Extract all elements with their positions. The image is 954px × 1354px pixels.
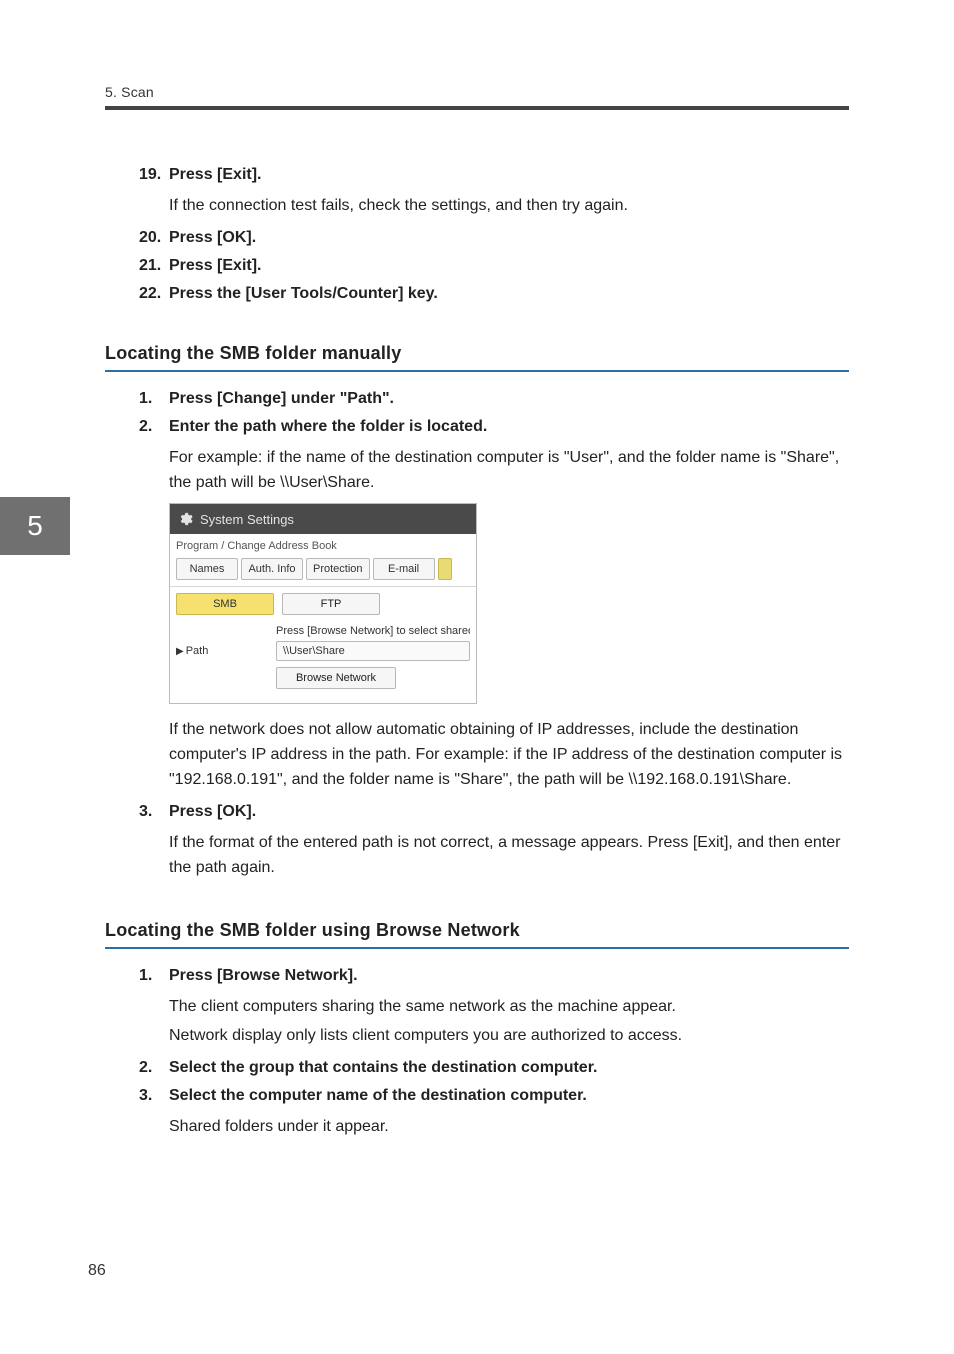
protocol-ftp[interactable]: FTP: [282, 593, 380, 615]
path-label-text: Path: [186, 645, 209, 657]
step-number: 2.: [139, 418, 169, 436]
gear-icon: [176, 510, 194, 528]
step-text: Press [OK].: [169, 229, 256, 247]
section-title-manual: Locating the SMB folder manually: [105, 343, 849, 364]
step-text: Enter the path where the folder is locat…: [169, 418, 487, 436]
step-body: Network display only lists client comput…: [169, 1024, 849, 1049]
system-settings-panel: System Settings Program / Change Address…: [169, 503, 477, 704]
step-text: Press [Exit].: [169, 257, 261, 275]
tabs-row: Names Auth. Info Protection E-mail: [170, 556, 476, 587]
tab-names[interactable]: Names: [176, 558, 238, 580]
step-number: 2.: [139, 1059, 169, 1077]
page-number: 86: [88, 1262, 106, 1280]
steps-list-c: 1. Press [Browse Network]. The client co…: [139, 967, 849, 1139]
protocol-row: SMB FTP: [170, 587, 476, 625]
tab-email[interactable]: E-mail: [373, 558, 435, 580]
tab-auth-info[interactable]: Auth. Info: [241, 558, 303, 580]
panel-subhead: Program / Change Address Book: [170, 534, 476, 556]
step-number: 1.: [139, 967, 169, 985]
tab-overflow[interactable]: [438, 558, 452, 580]
titlebar: System Settings: [170, 504, 476, 534]
step-text: Press [Change] under "Path".: [169, 390, 394, 408]
step-number: 19.: [139, 166, 169, 184]
step-number: 3.: [139, 1087, 169, 1105]
section-rule: [105, 947, 849, 949]
browse-network-button[interactable]: Browse Network: [276, 667, 396, 689]
chapter-tab: 5: [0, 497, 70, 555]
section-rule: [105, 370, 849, 372]
step-number: 1.: [139, 390, 169, 408]
path-label: ▶ Path: [176, 645, 276, 657]
step-body: For example: if the name of the destinat…: [169, 446, 849, 496]
panel-title: System Settings: [200, 512, 294, 527]
protocol-smb[interactable]: SMB: [176, 593, 274, 615]
step-body: Shared folders under it appear.: [169, 1115, 849, 1140]
path-input[interactable]: \\User\Share: [276, 641, 470, 661]
triangle-icon: ▶: [176, 646, 184, 657]
step-number: 21.: [139, 257, 169, 275]
step-number: 20.: [139, 229, 169, 247]
step-body: The client computers sharing the same ne…: [169, 995, 849, 1020]
chapter-header: 5. Scan: [105, 84, 849, 100]
section-title-browse: Locating the SMB folder using Browse Net…: [105, 920, 849, 941]
step-text: Press [OK].: [169, 803, 256, 821]
step-text: Select the group that contains the desti…: [169, 1059, 598, 1077]
instruction-text: Press [Browse Network] to select shared …: [276, 625, 470, 637]
step-text: Press [Browse Network].: [169, 967, 358, 985]
step-body: If the format of the entered path is not…: [169, 831, 849, 881]
steps-list-b: 1. Press [Change] under "Path". 2. Enter…: [139, 390, 849, 881]
step-text: Press [Exit].: [169, 166, 261, 184]
step-body: If the connection test fails, check the …: [169, 194, 849, 219]
step-text: Press the [User Tools/Counter] key.: [169, 285, 438, 303]
header-rule: [105, 106, 849, 110]
steps-list-a: 19. Press [Exit]. If the connection test…: [139, 166, 849, 303]
tab-protection[interactable]: Protection: [306, 558, 370, 580]
step-body: If the network does not allow automatic …: [169, 718, 849, 792]
step-number: 22.: [139, 285, 169, 303]
step-text: Select the computer name of the destinat…: [169, 1087, 587, 1105]
step-number: 3.: [139, 803, 169, 821]
